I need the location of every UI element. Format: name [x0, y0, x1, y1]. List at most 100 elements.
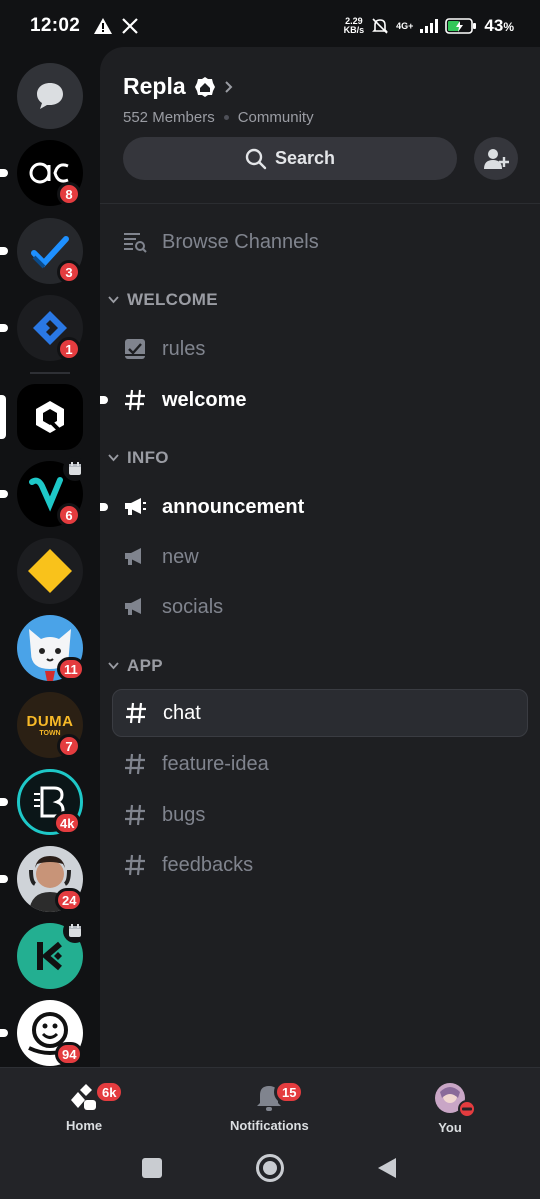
- server-cat[interactable]: 11: [17, 615, 85, 681]
- channel-label: feedbacks: [162, 853, 254, 876]
- notifications-badge: 15: [274, 1080, 305, 1104]
- rail-divider: [30, 372, 70, 374]
- direct-messages-button[interactable]: [17, 63, 83, 129]
- unread-pip: [0, 169, 8, 177]
- server-blue-diamond[interactable]: 1: [0, 295, 83, 361]
- panel-divider: [100, 203, 540, 204]
- channel-chat[interactable]: chat: [112, 689, 528, 737]
- unread-pip: [0, 490, 8, 498]
- home-system-button[interactable]: [256, 1154, 284, 1182]
- yellow-diamond-icon: [28, 549, 72, 593]
- server-header[interactable]: Repla 552 Members Community: [123, 73, 314, 126]
- channel-bugs[interactable]: bugs: [112, 791, 528, 839]
- status-time: 12:02: [30, 15, 81, 36]
- browse-label: Browse Channels: [162, 230, 319, 253]
- channel-icon-wrap: [122, 594, 148, 620]
- server-ac[interactable]: 8: [0, 140, 83, 206]
- browse-channels[interactable]: Browse Channels: [112, 218, 528, 266]
- server-person[interactable]: 24: [0, 846, 84, 912]
- category-welcome[interactable]: WELCOME: [108, 290, 218, 310]
- channel-label: announcement: [162, 495, 305, 518]
- unread-pip: [0, 324, 8, 332]
- search-icon: [245, 148, 267, 169]
- home-system-dot: [263, 1161, 277, 1175]
- megaphone-icon: [125, 598, 141, 615]
- channel-panel: Repla 552 Members Community Search Brows…: [100, 47, 540, 1067]
- dm-icon-wrap: [17, 63, 83, 129]
- server-v[interactable]: 6: [0, 457, 87, 527]
- unread-pip: [0, 247, 8, 255]
- chevron-down-icon: [108, 662, 119, 670]
- bottom-nav: Home 6k Notifications 15 You: [0, 1067, 540, 1199]
- invite-members-button[interactable]: [474, 137, 518, 180]
- server-badge: 6: [57, 503, 81, 527]
- recents-button[interactable]: [142, 1158, 162, 1178]
- status-bar: 12:02 2.29 KB/s 4G+ 43%: [0, 0, 540, 52]
- battery-value: 43: [484, 16, 504, 35]
- server-checkmark[interactable]: 3: [0, 218, 83, 284]
- tab-home-label: Home: [66, 1118, 103, 1133]
- community-badge-icon: [194, 76, 215, 97]
- back-button[interactable]: [376, 1156, 398, 1180]
- status-left-icons: [94, 18, 138, 34]
- home-badge: 6k: [94, 1080, 125, 1104]
- tab-notifications[interactable]: Notifications 15: [230, 1080, 309, 1133]
- hash-icon: [125, 753, 145, 775]
- channel-feature-idea[interactable]: feature-idea: [112, 740, 528, 788]
- category-label: WELCOME: [127, 290, 218, 309]
- channel-label: rules: [162, 337, 206, 360]
- channel-welcome[interactable]: welcome: [100, 376, 528, 424]
- server-name-row: Repla: [123, 73, 314, 100]
- member-count: 552 Members: [123, 109, 215, 126]
- warning-icon: [94, 18, 113, 34]
- channel-socials[interactable]: socials: [112, 583, 528, 631]
- channel-icon-wrap: [122, 336, 148, 362]
- channel-new[interactable]: new: [112, 533, 528, 581]
- server-b[interactable]: 4k: [0, 769, 83, 835]
- channel-icon-wrap: [123, 700, 149, 726]
- hash-icon: [126, 702, 146, 724]
- browse-channels-icon: [124, 233, 147, 253]
- screen: 12:02 2.29 KB/s 4G+ 43% 8 3 1 6 11 DUMA …: [0, 0, 540, 1199]
- server-repla[interactable]: [0, 384, 83, 450]
- calendar-icon: [69, 924, 81, 937]
- you-avatar-wrap: [434, 1082, 476, 1118]
- chevron-down-icon: [108, 296, 119, 304]
- channel-announcement[interactable]: announcement: [100, 483, 528, 531]
- server-k[interactable]: [17, 919, 87, 989]
- channel-icon-wrap: [122, 544, 148, 570]
- tab-you-label: You: [438, 1120, 462, 1135]
- server-duma-town[interactable]: DUMA TOWN 7: [17, 692, 83, 758]
- rules-icon: [125, 339, 145, 359]
- battery-percent: 43%: [484, 16, 514, 36]
- server-repla-icon: [17, 384, 83, 450]
- chat-bubble-icon: [37, 83, 63, 109]
- event-badge: [63, 919, 87, 943]
- unread-pip: [0, 875, 8, 883]
- server-badge: 11: [57, 657, 85, 681]
- channel-feedbacks[interactable]: feedbacks: [112, 841, 528, 889]
- net-speed-unit: KB/s: [343, 25, 365, 35]
- duma-logo-subtext: TOWN: [39, 730, 61, 737]
- network-type: 4G+: [396, 21, 414, 31]
- tab-you[interactable]: You: [434, 1082, 476, 1135]
- category-label: APP: [127, 656, 163, 675]
- category-app[interactable]: APP: [108, 656, 163, 676]
- search-button[interactable]: Search: [123, 137, 457, 180]
- tab-home[interactable]: Home 6k: [66, 1080, 125, 1133]
- do-not-disturb-icon: [458, 1100, 476, 1118]
- event-badge: [63, 457, 87, 481]
- hash-icon: [125, 804, 145, 826]
- megaphone-icon: [125, 498, 146, 515]
- channel-label: new: [162, 545, 199, 568]
- net-speed: 2.29 KB/s: [344, 17, 365, 35]
- bell-muted-icon: [372, 18, 389, 34]
- category-info[interactable]: INFO: [108, 448, 169, 468]
- channel-rules[interactable]: rules: [112, 325, 528, 373]
- battery-unit: %: [503, 20, 514, 34]
- unread-pip: [100, 503, 108, 511]
- megaphone-icon: [125, 548, 141, 565]
- server-smiley[interactable]: 94: [0, 1000, 84, 1066]
- status-right: 2.29 KB/s 4G+ 43%: [344, 16, 514, 36]
- server-yellow-diamond[interactable]: [17, 538, 83, 604]
